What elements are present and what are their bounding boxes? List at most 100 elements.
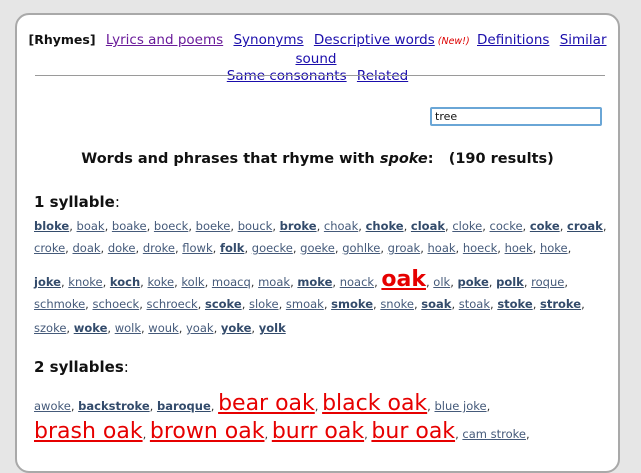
rhyme-word-link[interactable]: koch bbox=[110, 275, 140, 289]
word-line: joke, knoke, koch, koke, kolk, moacq, mo… bbox=[34, 267, 568, 292]
word-separator: , bbox=[420, 241, 428, 255]
rhyme-word-link[interactable]: yolk bbox=[259, 321, 286, 335]
rhyme-word-link[interactable]: snoke bbox=[380, 297, 414, 311]
rhyme-word-link[interactable]: choke bbox=[366, 219, 404, 233]
word-separator: , bbox=[380, 241, 388, 255]
rhyme-word-link[interactable]: schroeck bbox=[147, 297, 198, 311]
nav-link-synonyms[interactable]: Synonyms bbox=[233, 32, 303, 48]
nav-link-same-consonants[interactable]: Same consonants bbox=[227, 68, 347, 84]
word-separator: , bbox=[278, 297, 286, 311]
rhyme-word-link[interactable]: bur oak bbox=[371, 419, 455, 444]
rhyme-word-link[interactable]: gohlke bbox=[342, 241, 380, 255]
word-separator: , bbox=[455, 241, 463, 255]
rhyme-word-link[interactable]: schoeck bbox=[92, 297, 139, 311]
rhyme-word-link[interactable]: olk bbox=[433, 275, 450, 289]
rhyme-word-link[interactable]: knoke bbox=[68, 275, 102, 289]
rhyme-word-link[interactable]: oak bbox=[381, 267, 426, 292]
word-separator: , bbox=[146, 219, 154, 233]
rhyme-word-link[interactable]: croke bbox=[34, 241, 65, 255]
rhyme-word-link[interactable]: joke bbox=[34, 275, 61, 289]
rhyme-word-link[interactable]: flowk bbox=[182, 241, 212, 255]
rhyme-word-link[interactable]: folk bbox=[220, 241, 245, 255]
rhyme-word-link[interactable]: hoek bbox=[505, 241, 533, 255]
rhyme-word-link[interactable]: bouck bbox=[238, 219, 273, 233]
rhyme-word-link[interactable]: hoke bbox=[540, 241, 568, 255]
rhyme-word-link[interactable]: cam stroke bbox=[462, 427, 526, 441]
divider bbox=[35, 75, 605, 76]
rhyme-word-link[interactable]: wolk bbox=[115, 321, 141, 335]
rhyme-word-link[interactable]: hoeck bbox=[463, 241, 497, 255]
word-separator: , bbox=[532, 241, 540, 255]
rhyme-word-link[interactable]: black oak bbox=[322, 391, 427, 416]
rhyme-word-link[interactable]: yoak bbox=[186, 321, 214, 335]
rhyme-word-link[interactable]: droke bbox=[143, 241, 175, 255]
word-separator: , bbox=[581, 297, 585, 311]
rhyme-word-link[interactable]: brown oak bbox=[150, 419, 265, 444]
rhyme-word-link[interactable]: boeck bbox=[154, 219, 188, 233]
rhyme-word-link[interactable]: poke bbox=[458, 275, 489, 289]
nav-link-lyrics-and-poems[interactable]: Lyrics and poems bbox=[106, 32, 223, 48]
rhyme-word-link[interactable]: moacq bbox=[212, 275, 251, 289]
rhyme-word-link[interactable]: choak bbox=[324, 219, 358, 233]
section-label-colon: : bbox=[123, 358, 129, 376]
rhyme-word-link[interactable]: stroke bbox=[540, 297, 581, 311]
rhyme-word-link[interactable]: backstroke bbox=[78, 399, 150, 413]
rhyme-word-link[interactable]: roque bbox=[531, 275, 564, 289]
rhyme-word-link[interactable]: cloak bbox=[411, 219, 445, 233]
rhyme-word-link[interactable]: broke bbox=[280, 219, 317, 233]
rhyme-word-link[interactable]: polk bbox=[496, 275, 524, 289]
word-separator: , bbox=[488, 275, 497, 289]
rhyme-word-link[interactable]: woke bbox=[74, 321, 108, 335]
rhyme-word-link[interactable]: kolk bbox=[181, 275, 204, 289]
word-line: bloke, boak, boake, boeck, boeke, bouck,… bbox=[34, 219, 606, 233]
rhyme-word-link[interactable]: coke bbox=[530, 219, 560, 233]
rhyme-word-link[interactable]: baroque bbox=[157, 399, 211, 413]
rhyme-word-link[interactable]: stoke bbox=[497, 297, 532, 311]
rhyme-word-link[interactable]: boake bbox=[112, 219, 147, 233]
rhyme-word-link[interactable]: doke bbox=[108, 241, 136, 255]
nav-link-related[interactable]: Related bbox=[357, 68, 408, 84]
word-line: schmoke, schoeck, schroeck, scoke, sloke… bbox=[34, 297, 585, 311]
rhyme-word-link[interactable]: cloke bbox=[452, 219, 482, 233]
rhyme-word-link[interactable]: wouk bbox=[148, 321, 178, 335]
rhyme-word-link[interactable]: stoak bbox=[459, 297, 490, 311]
rhyme-word-link[interactable]: koke bbox=[147, 275, 174, 289]
rhyme-word-link[interactable]: noack bbox=[340, 275, 374, 289]
rhyme-word-link[interactable]: szoke bbox=[34, 321, 66, 335]
word-separator: , bbox=[332, 275, 340, 289]
rhyme-word-link[interactable]: goecke bbox=[252, 241, 293, 255]
rhyme-word-link[interactable]: scoke bbox=[205, 297, 242, 311]
heading-query: spoke bbox=[379, 151, 428, 167]
rhyme-word-link[interactable]: brash oak bbox=[34, 419, 143, 444]
rhyme-word-link[interactable]: smoke bbox=[331, 297, 373, 311]
heading-prefix: Words and phrases that rhyme with bbox=[81, 151, 380, 167]
rhyme-word-link[interactable]: boeke bbox=[196, 219, 231, 233]
word-separator: , bbox=[525, 427, 530, 441]
word-line: szoke, woke, wolk, wouk, yoak, yoke, yol… bbox=[34, 321, 286, 335]
rhyme-word-link[interactable]: blue joke bbox=[434, 399, 486, 413]
rhyme-word-link[interactable]: moak bbox=[258, 275, 290, 289]
rhyme-word-link[interactable]: cocke bbox=[490, 219, 523, 233]
word-line: brash oak, brown oak, burr oak, bur oak,… bbox=[34, 419, 530, 444]
rhyme-word-link[interactable]: schmoke bbox=[34, 297, 85, 311]
rhyme-word-link[interactable]: croak bbox=[567, 219, 603, 233]
rhyme-word-link[interactable]: sloke bbox=[249, 297, 279, 311]
rhyme-word-link[interactable]: boak bbox=[77, 219, 105, 233]
rhyme-word-link[interactable]: smoak bbox=[286, 297, 324, 311]
rhyme-word-link[interactable]: soak bbox=[421, 297, 451, 311]
rhyme-word-link[interactable]: awoke bbox=[34, 399, 71, 413]
rhyme-word-link[interactable]: moke bbox=[297, 275, 332, 289]
search-input[interactable] bbox=[430, 107, 602, 126]
nav-link-definitions[interactable]: Definitions bbox=[477, 32, 549, 48]
rhyme-word-link[interactable]: doak bbox=[72, 241, 100, 255]
section-label-2-syllables: 2 syllables: bbox=[34, 358, 129, 376]
rhyme-word-link[interactable]: goeke bbox=[300, 241, 335, 255]
rhyme-word-link[interactable]: groak bbox=[388, 241, 421, 255]
rhyme-word-link[interactable]: bloke bbox=[34, 219, 69, 233]
rhyme-word-link[interactable]: bear oak bbox=[218, 391, 315, 416]
word-separator: , bbox=[139, 297, 147, 311]
rhyme-word-link[interactable]: burr oak bbox=[272, 419, 364, 444]
rhyme-word-link[interactable]: yoke bbox=[221, 321, 252, 335]
nav-link-descriptive-words[interactable]: Descriptive words bbox=[314, 32, 435, 48]
rhyme-word-link[interactable]: hoak bbox=[428, 241, 456, 255]
